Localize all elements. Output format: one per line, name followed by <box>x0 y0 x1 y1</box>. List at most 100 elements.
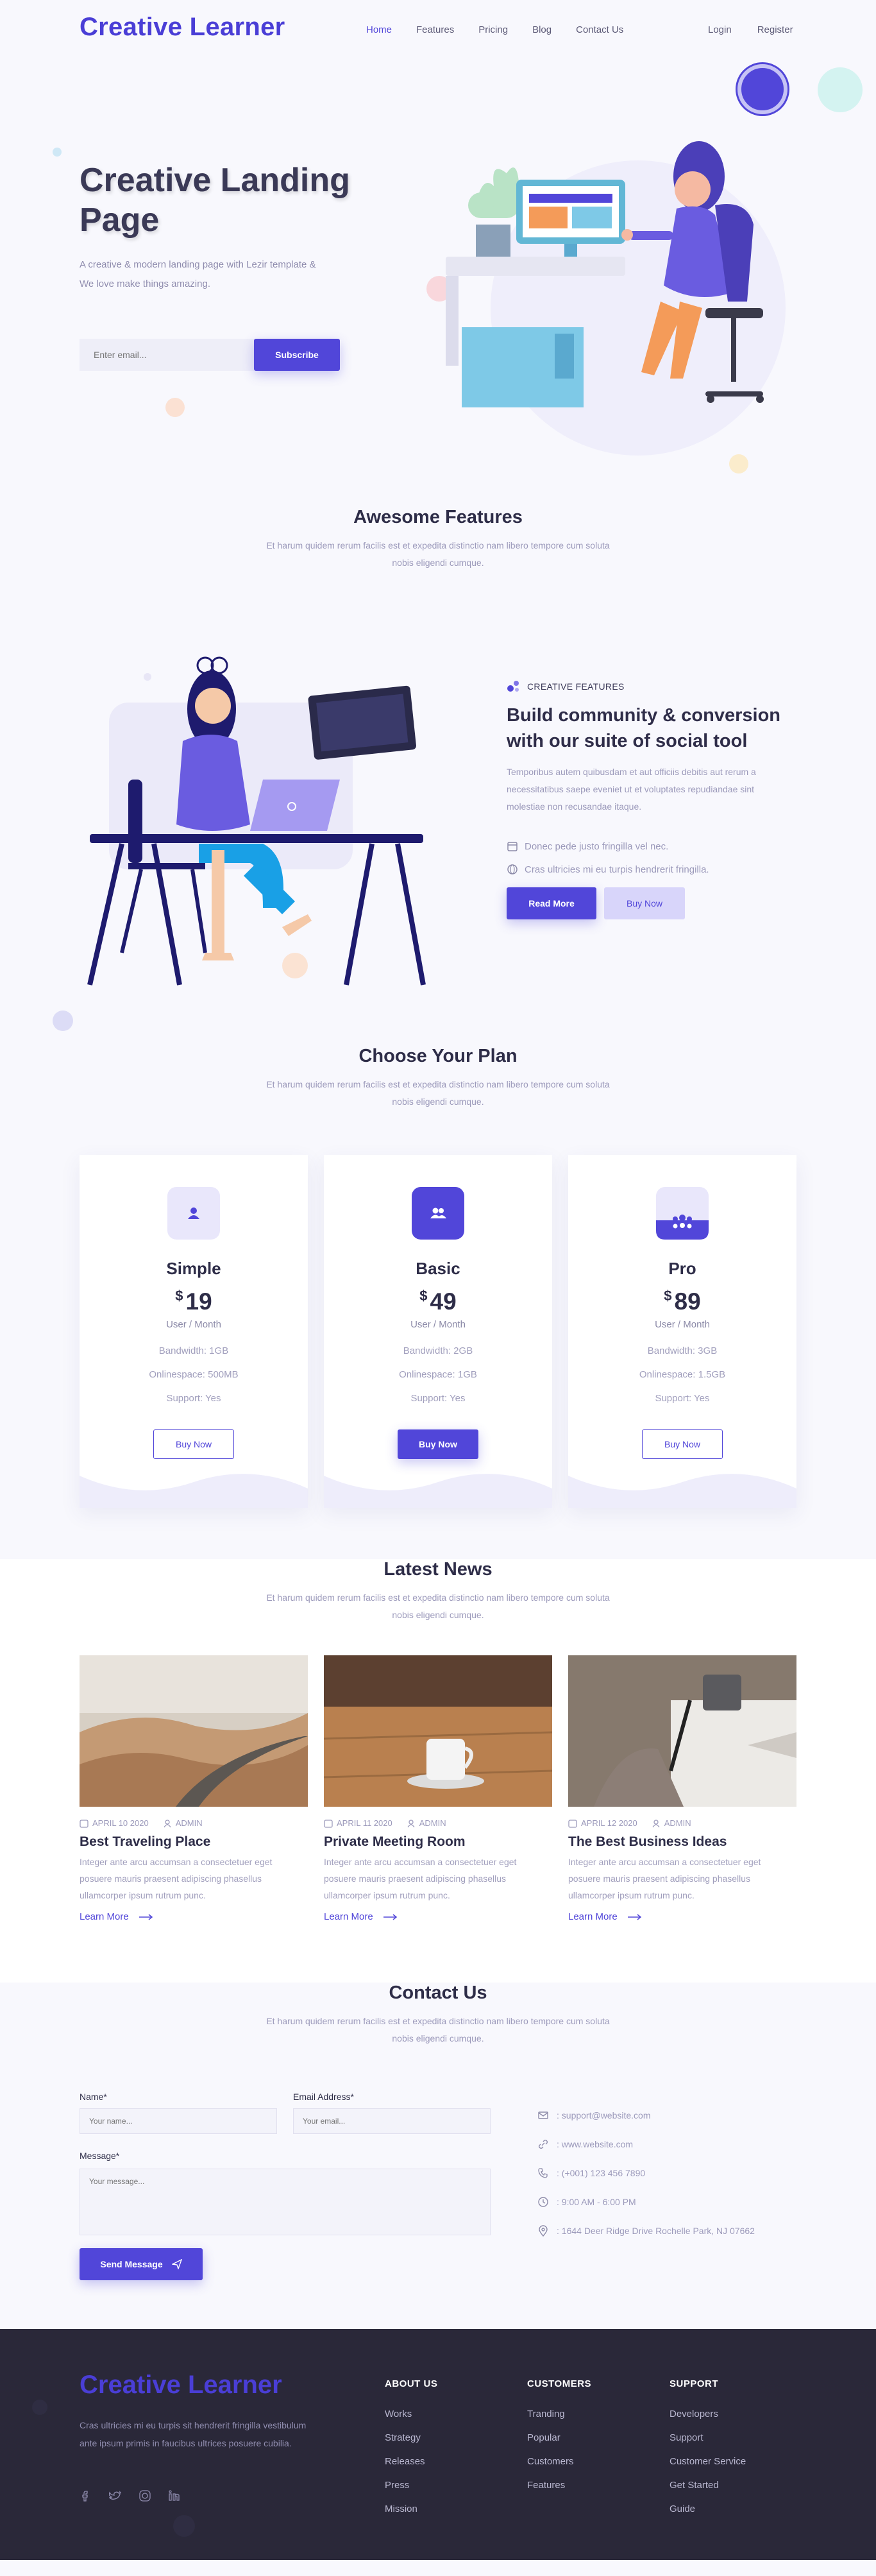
learn-more-link[interactable]: Learn More <box>568 1911 796 1922</box>
subscribe-form: Subscribe <box>80 339 340 371</box>
pricing-title: Choose Your Plan <box>358 1046 518 1066</box>
send-icon <box>171 2259 182 2269</box>
phone-icon <box>538 2168 548 2178</box>
instagram-icon[interactable] <box>139 2489 151 2505</box>
message-field[interactable] <box>80 2169 491 2235</box>
footer-link[interactable]: Releases <box>385 2456 437 2467</box>
plan-price: $89 <box>664 1288 701 1315</box>
nav-item-blog[interactable]: Blog <box>532 24 552 35</box>
user-icon <box>407 1819 415 1827</box>
users-icon <box>412 1187 464 1240</box>
footer-link[interactable]: Developers <box>670 2409 746 2419</box>
team-icon <box>656 1187 709 1240</box>
news-title: Latest News <box>383 1559 493 1580</box>
arrow-right-icon <box>627 1913 641 1920</box>
site-footer: Creative Learner Cras ultricies mi eu tu… <box>0 2329 876 2560</box>
footer-link[interactable]: Customers <box>527 2456 591 2467</box>
footer-link[interactable]: Tranding <box>527 2409 591 2419</box>
nav-item-home[interactable]: Home <box>366 24 392 35</box>
read-more-button[interactable]: Read More <box>507 887 596 919</box>
features-heading: Build community & conversion with our su… <box>507 705 781 751</box>
footer-link[interactable]: Popular <box>527 2432 591 2443</box>
plan-space: Onlinespace: 500MB <box>149 1369 239 1380</box>
news-date: APRIL 10 2020 <box>80 1818 149 1828</box>
footer-link[interactable]: Get Started <box>670 2480 746 2491</box>
brand-logo[interactable]: Creative Learner <box>80 13 285 42</box>
news-image[interactable] <box>324 1655 552 1807</box>
hero-section: Creative Landing Page A creative & moder… <box>0 71 876 507</box>
dot-decoration <box>53 1011 73 1031</box>
footer-link[interactable]: Works <box>385 2409 437 2419</box>
dot-decoration <box>173 2515 195 2537</box>
nav-item-pricing[interactable]: Pricing <box>478 24 508 35</box>
footer-link[interactable]: Press <box>385 2480 437 2491</box>
plan-card-simple: Simple $19 User / Month Bandwidth: 1GB O… <box>80 1155 308 1508</box>
plan-price: $49 <box>419 1288 457 1315</box>
hero-subtitle: A creative & modern landing page with Le… <box>80 259 316 289</box>
plan-card-pro: Pro $89 User / Month Bandwidth: 3GB Onli… <box>568 1155 796 1508</box>
plan-name: Simple <box>166 1259 221 1278</box>
news-card: APRIL 11 2020 ADMIN Private Meeting Room… <box>324 1655 552 1922</box>
subscribe-button[interactable]: Subscribe <box>254 339 340 371</box>
footer-link[interactable]: Customer Service <box>670 2456 746 2467</box>
learn-more-link[interactable]: Learn More <box>80 1911 308 1922</box>
learn-more-link[interactable]: Learn More <box>324 1911 552 1922</box>
footer-link[interactable]: Guide <box>670 2503 746 2514</box>
location-pin-icon <box>539 2225 548 2237</box>
register-link[interactable]: Register <box>757 24 793 35</box>
footer-link[interactable]: Features <box>527 2480 591 2491</box>
footer-col-support: SUPPORT Developers Support Customer Serv… <box>670 2378 746 2514</box>
twitter-icon[interactable] <box>108 2489 122 2505</box>
dot-decoration <box>32 2400 47 2415</box>
arrow-right-icon <box>139 1913 153 1920</box>
main-nav: Home Features Pricing Blog Contact Us <box>366 24 648 35</box>
email-field[interactable] <box>293 2108 491 2134</box>
footer-logo[interactable]: Creative Learner <box>80 2371 282 2400</box>
news-title[interactable]: The Best Business Ideas <box>568 1834 796 1850</box>
site-header: Creative Learner Home Features Pricing B… <box>0 0 876 114</box>
calendar-icon <box>324 1819 333 1828</box>
plan-price: $19 <box>175 1288 212 1315</box>
arrow-right-icon <box>383 1913 397 1920</box>
subscribe-email-input[interactable] <box>80 339 254 371</box>
news-image[interactable] <box>80 1655 308 1807</box>
features-tag: CREATIVE FEATURES <box>507 680 625 693</box>
nav-item-features[interactable]: Features <box>416 24 454 35</box>
login-link[interactable]: Login <box>708 24 732 35</box>
plan-bandwidth: Bandwidth: 1GB <box>158 1345 229 1356</box>
feature-item: Cras ultricies mi eu turpis hendrerit fr… <box>507 864 709 875</box>
plan-name: Basic <box>416 1259 460 1278</box>
footer-link[interactable]: Support <box>670 2432 746 2443</box>
message-label: Message* <box>80 2151 120 2161</box>
features-tag-label: CREATIVE FEATURES <box>527 681 625 692</box>
buy-now-button[interactable]: Buy Now <box>604 887 685 919</box>
news-section: Latest News Et harum quidem rerum facili… <box>0 1559 876 1983</box>
news-excerpt: Integer ante arcu accumsan a consectetue… <box>324 1857 517 1900</box>
news-image[interactable] <box>568 1655 796 1807</box>
wave-decoration <box>80 1474 308 1508</box>
news-date: APRIL 11 2020 <box>324 1818 392 1828</box>
linkedin-icon[interactable] <box>168 2489 181 2505</box>
footer-col-about: ABOUT US Works Strategy Releases Press M… <box>385 2378 437 2514</box>
facebook-icon[interactable] <box>80 2489 92 2505</box>
news-meta: APRIL 12 2020 ADMIN <box>568 1818 796 1828</box>
send-message-button[interactable]: Send Message <box>80 2248 203 2280</box>
hero-title: Creative Landing Page <box>80 162 350 239</box>
features-subtitle: Et harum quidem rerum facilis est et exp… <box>266 540 610 568</box>
nav-item-contact[interactable]: Contact Us <box>576 24 623 35</box>
feature-item-label: Cras ultricies mi eu turpis hendrerit fr… <box>525 864 709 875</box>
name-label: Name* <box>80 2092 107 2102</box>
wave-decoration <box>568 1474 796 1508</box>
footer-link[interactable]: Mission <box>385 2503 437 2514</box>
pricing-subtitle: Et harum quidem rerum facilis est et exp… <box>266 1079 610 1107</box>
features-section: Awesome Features Et harum quidem rerum f… <box>0 507 876 1046</box>
auth-links: Login Register <box>708 24 793 35</box>
news-author: ADMIN <box>652 1818 691 1828</box>
news-title[interactable]: Private Meeting Room <box>324 1834 552 1850</box>
name-field[interactable] <box>80 2108 277 2134</box>
dot-decoration <box>53 148 62 157</box>
features-description: Temporibus autem quibusdam et aut offici… <box>507 767 756 812</box>
news-title[interactable]: Best Traveling Place <box>80 1834 308 1850</box>
news-meta: APRIL 10 2020 ADMIN <box>80 1818 308 1828</box>
footer-link[interactable]: Strategy <box>385 2432 437 2443</box>
